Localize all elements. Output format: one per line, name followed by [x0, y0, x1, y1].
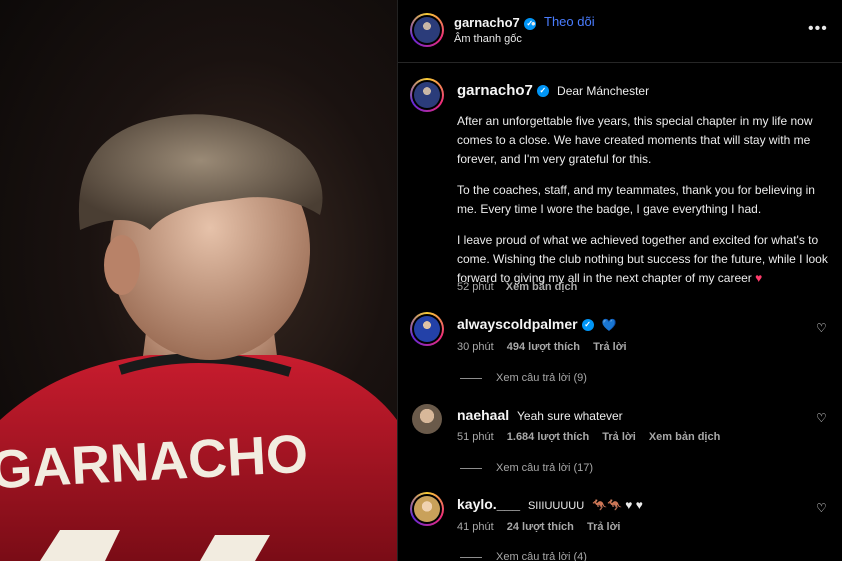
separator-dot: • [531, 16, 536, 31]
post-media-image[interactable]: GARNACHO [0, 0, 397, 561]
reply-button[interactable]: Trả lời [593, 341, 627, 353]
comment-translate-link[interactable]: Xem bản dịch [649, 431, 721, 443]
replies-divider [460, 378, 482, 379]
comment-avatar[interactable] [410, 492, 444, 526]
heart-outline-icon[interactable]: ♡ [816, 321, 827, 335]
caption-meta: 52 phút Xem bản dịch [457, 281, 577, 293]
caption-username-row: garnacho7 ✓ Dear Mánchester [457, 82, 649, 99]
header-username[interactable]: garnacho7 [454, 15, 520, 30]
comment-avatar[interactable] [410, 312, 444, 346]
caption-paragraph: To the coaches, staff, and my teammates,… [457, 183, 815, 216]
caption-avatar[interactable] [410, 78, 444, 112]
comment-header: kaylo.___ SIIIUUUUU 🦘🦘 ♥ ♥ [457, 496, 643, 512]
view-replies-button[interactable]: Xem câu trả lời (9) [496, 372, 587, 384]
post-header: garnacho7 ✓ • Theo dõi Âm thanh gốc ••• [398, 0, 842, 63]
comment-header: alwayscoldpalmer ✓ 💙 [457, 316, 616, 332]
comment-likes[interactable]: 24 lượt thích [507, 521, 574, 533]
comment-username[interactable]: naehaal [457, 407, 509, 423]
comment-meta: 30 phút 494 lượt thích Trả lời [457, 341, 627, 353]
comment-time[interactable]: 51 phút [457, 431, 494, 443]
reply-button[interactable]: Trả lời [602, 431, 636, 443]
header-username-row: garnacho7 ✓ [454, 15, 536, 30]
caption-paragraph: I leave proud of what we achieved togeth… [457, 233, 828, 285]
caption-translate-link[interactable]: Xem bản dịch [506, 281, 578, 293]
comment-header: naehaal Yeah sure whatever [457, 407, 623, 423]
caption-paragraph: After an unforgettable five years, this … [457, 114, 813, 166]
caption-username[interactable]: garnacho7 [457, 82, 533, 99]
header-avatar[interactable] [410, 13, 444, 47]
comment-time[interactable]: 41 phút [457, 521, 494, 533]
original-audio-link[interactable]: Âm thanh gốc [454, 33, 522, 45]
comment-likes[interactable]: 494 lượt thích [507, 341, 580, 353]
view-replies-button[interactable]: Xem câu trả lời (4) [496, 551, 587, 561]
comment-avatar[interactable] [412, 404, 442, 434]
comment-emoji: 🦘🦘 ♥ ♥ [592, 498, 643, 512]
comment-meta: 41 phút 24 lượt thích Trả lời [457, 521, 620, 533]
view-replies-button[interactable]: Xem câu trả lời (17) [496, 462, 593, 474]
replies-divider [460, 468, 482, 469]
more-horizontal-icon[interactable]: ••• [808, 20, 828, 38]
heart-outline-icon[interactable]: ♡ [816, 411, 827, 425]
comment-meta: 51 phút 1.684 lượt thích Trả lời Xem bản… [457, 431, 720, 443]
heart-outline-icon[interactable]: ♡ [816, 501, 827, 515]
post-panel: garnacho7 ✓ • Theo dõi Âm thanh gốc ••• g… [397, 0, 842, 561]
player-illustration: GARNACHO [0, 114, 397, 561]
caption-text: After an unforgettable five years, this … [457, 112, 829, 288]
caption-time[interactable]: 52 phút [457, 281, 494, 293]
verified-check-icon: ✓ [581, 319, 594, 332]
caption-title: Dear Mánchester [557, 84, 650, 98]
comment-username[interactable]: alwayscoldpalmer [457, 316, 578, 332]
follow-button[interactable]: Theo dõi [544, 14, 595, 29]
comment-text: Yeah sure whatever [517, 409, 623, 423]
comment-text: SIIIUUUUU [527, 500, 585, 512]
reply-button[interactable]: Trả lời [587, 521, 621, 533]
heart-emoji: ♥ [755, 271, 763, 285]
comment-time[interactable]: 30 phút [457, 341, 494, 353]
replies-divider [460, 557, 482, 558]
comment-likes[interactable]: 1.684 lượt thích [507, 431, 589, 443]
comment-emoji: 💙 [601, 318, 617, 332]
verified-check-icon: ✓ [536, 85, 549, 98]
comment-username[interactable]: kaylo.___ [457, 496, 520, 512]
